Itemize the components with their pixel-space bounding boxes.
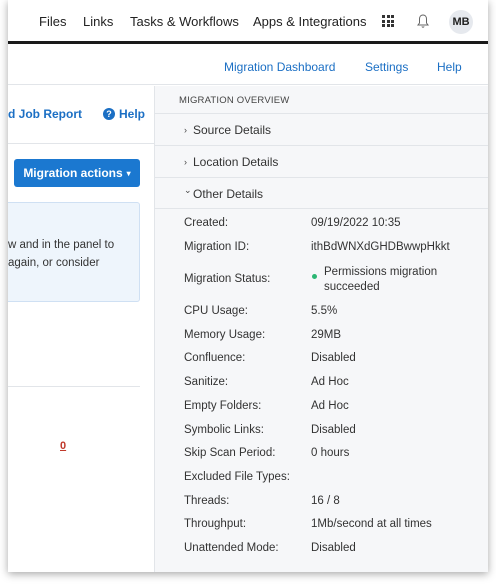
detail-value: ithBdWNXdGHDBwwpHkkt — [311, 241, 450, 253]
info-text-line: again, or consider — [8, 257, 100, 269]
migration-dashboard-link[interactable]: Migration Dashboard — [224, 60, 335, 74]
detail-value: 1Mb/second at all times — [311, 518, 432, 530]
help-link[interactable]: Help — [437, 60, 462, 74]
section-label: Source Details — [193, 123, 272, 137]
detail-value: 29MB — [311, 329, 342, 341]
detail-key: Unattended Mode: — [184, 542, 279, 554]
detail-value: 09/19/2022 10:35 — [311, 217, 401, 229]
status-dot-icon — [312, 274, 317, 279]
section-source-details[interactable]: › Source Details — [155, 113, 488, 145]
section-label: Location Details — [193, 155, 279, 169]
app-window: Files Links Tasks & Workflows Apps & Int… — [8, 0, 488, 572]
migration-actions-button[interactable]: Migration actions ▾ — [14, 159, 140, 187]
detail-value: Disabled — [311, 542, 356, 554]
detail-key: Symbolic Links: — [184, 424, 264, 436]
nav-files[interactable]: Files — [39, 14, 66, 29]
detail-value: Permissions migration succeeded — [324, 266, 438, 293]
detail-value: 0 hours — [311, 447, 350, 459]
migration-overview-panel: MIGRATION OVERVIEW › Source Details › Lo… — [155, 86, 488, 572]
detail-key: Excluded File Types: — [184, 471, 290, 483]
question-circle-icon: ? — [103, 108, 115, 120]
divider — [8, 386, 140, 387]
nav-tasks-workflows[interactable]: Tasks & Workflows — [130, 14, 239, 29]
settings-link[interactable]: Settings — [365, 60, 408, 74]
chevron-down-icon: ⌄ — [184, 185, 192, 195]
help-button[interactable]: ? Help — [103, 107, 145, 121]
detail-key: Confluence: — [184, 352, 246, 364]
top-nav: Files Links Tasks & Workflows Apps & Int… — [8, 0, 488, 44]
count-link[interactable]: 0 — [60, 440, 66, 452]
detail-key: Sanitize: — [184, 376, 229, 388]
section-location-details[interactable]: › Location Details — [155, 145, 488, 177]
detail-key: Migration ID: — [184, 241, 250, 253]
section-label: Other Details — [193, 187, 264, 201]
detail-key: Threads: — [184, 495, 230, 507]
nav-links[interactable]: Links — [83, 14, 113, 29]
detail-key: Throughput: — [184, 518, 247, 530]
info-banner: w and in the panel to again, or consider — [8, 202, 140, 302]
detail-value: Ad Hoc — [311, 400, 349, 412]
caret-down-icon: ▾ — [126, 168, 131, 178]
nav-apps-integrations[interactable]: Apps & Integrations — [253, 14, 366, 29]
divider — [155, 208, 488, 209]
grid-icon[interactable] — [382, 15, 394, 27]
detail-key: Skip Scan Period: — [184, 447, 276, 459]
chevron-right-icon: › — [184, 157, 187, 167]
detail-value: 16 / 8 — [311, 495, 340, 507]
avatar[interactable]: MB — [449, 10, 473, 34]
help-label: Help — [119, 107, 146, 121]
detail-value: 5.5% — [311, 305, 338, 317]
section-other-details[interactable]: ⌄ Other Details — [155, 177, 488, 209]
detail-key: Migration Status: — [184, 273, 271, 285]
bell-icon[interactable] — [416, 13, 430, 29]
panel-title: MIGRATION OVERVIEW — [179, 95, 290, 106]
divider — [8, 143, 154, 144]
job-report-link[interactable]: d Job Report — [8, 107, 82, 121]
detail-key: Empty Folders: — [184, 400, 262, 412]
detail-key: Created: — [184, 217, 229, 229]
detail-key: Memory Usage: — [184, 329, 266, 341]
sub-nav: Migration Dashboard Settings Help — [8, 47, 488, 85]
migration-actions-label: Migration actions — [23, 166, 123, 180]
left-pane: d Job Report ? Help Migration actions ▾ … — [8, 86, 155, 572]
chevron-right-icon: › — [184, 125, 187, 135]
info-text-line: w and in the panel to — [8, 239, 115, 251]
detail-value: Disabled — [311, 424, 356, 436]
detail-key: CPU Usage: — [184, 305, 248, 317]
detail-value: Ad Hoc — [311, 376, 349, 388]
detail-value: Disabled — [311, 352, 356, 364]
